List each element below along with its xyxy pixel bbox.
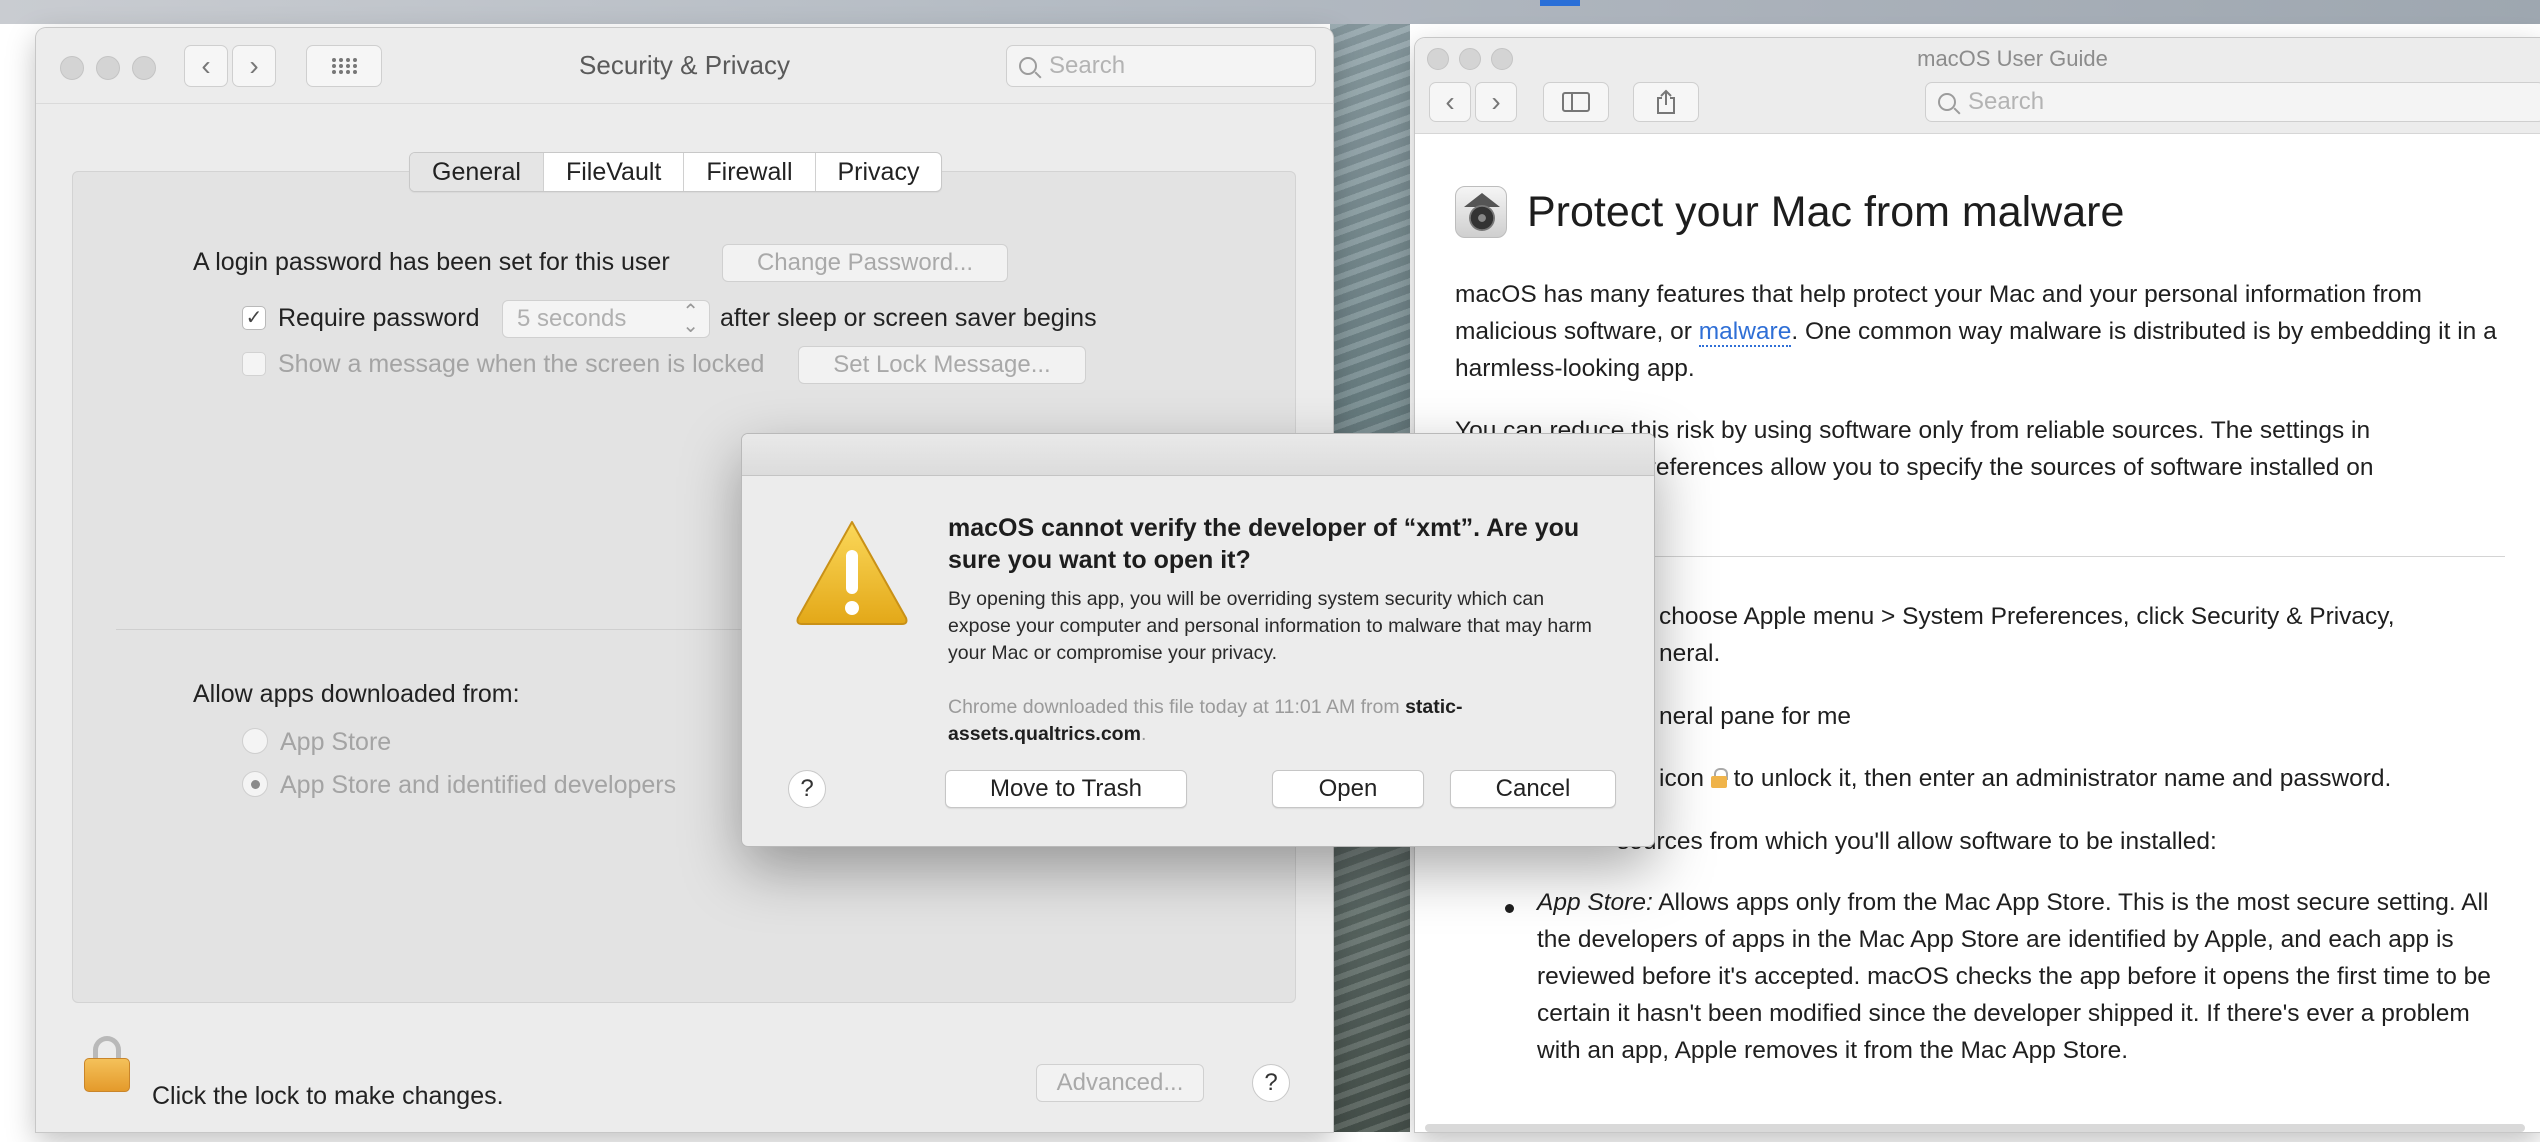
tab-bar: General FileVault Firewall Privacy — [409, 152, 943, 192]
share-icon — [1657, 89, 1675, 114]
chevron-left-icon: ‹ — [1445, 86, 1455, 117]
tab-filevault[interactable]: FileVault — [544, 153, 685, 191]
help-button[interactable]: ? — [1252, 1064, 1290, 1102]
app-store-description: Allows apps only from the Mac App Store.… — [1537, 889, 2491, 1064]
radio-app-store-label: App Store — [280, 728, 392, 756]
desktop-accent-stripe — [1540, 0, 1580, 6]
require-password-label: Require password — [278, 304, 480, 332]
alert-download-source: Chrome downloaded this file today at 11:… — [948, 694, 1608, 748]
advanced-button[interactable]: Advanced... — [1036, 1064, 1204, 1102]
search-placeholder: Search — [1968, 88, 2045, 115]
article-title: Protect your Mac from malware — [1527, 187, 2125, 236]
alert-source-suffix: . — [1140, 723, 1147, 745]
step1-line1: choose Apple menu > System Preferences, … — [1659, 603, 2395, 630]
cancel-button[interactable]: Cancel — [1450, 770, 1616, 808]
step2-prefix: icon — [1659, 765, 1704, 792]
allow-apps-label: Allow apps downloaded from: — [193, 680, 520, 708]
malware-link[interactable]: malware — [1698, 318, 1792, 347]
app-store-term: App Store: — [1537, 889, 1653, 916]
intro-paragraph: macOS has many features that help protec… — [1455, 276, 2505, 387]
alert-source-prefix: Chrome downloaded this file today at 11:… — [948, 696, 1406, 718]
search-placeholder: Search — [1049, 52, 1126, 79]
alert-titlebar — [742, 434, 1654, 476]
alert-help-button[interactable]: ? — [788, 770, 826, 808]
radio-app-store-identified[interactable] — [242, 771, 268, 797]
step2-suffix: to unlock it, then enter an administrato… — [1733, 765, 2392, 792]
warning-icon — [796, 521, 908, 625]
sidebar-icon — [1562, 92, 1590, 112]
change-password-button[interactable]: Change Password... — [722, 244, 1008, 282]
user-guide-titlebar: macOS User Guide ‹ › Search — [1415, 38, 2540, 134]
after-sleep-text: after sleep or screen saver begins — [720, 304, 1097, 332]
set-lock-message-button[interactable]: Set Lock Message... — [798, 346, 1086, 384]
tab-privacy[interactable]: Privacy — [816, 153, 942, 191]
article-heading: Protect your Mac from malware — [1455, 186, 2124, 238]
bullet-icon — [1505, 904, 1514, 913]
share-button[interactable] — [1633, 82, 1699, 122]
radio-app-store[interactable] — [242, 728, 268, 754]
search-icon — [1019, 57, 1037, 75]
chevron-right-icon: › — [1491, 86, 1501, 117]
require-password-delay-popup[interactable]: 5 seconds ⌃ ⌄ — [502, 300, 710, 338]
lock-icon — [1710, 768, 1728, 788]
unverified-developer-alert: macOS cannot verify the developer of “xm… — [742, 434, 1654, 846]
lock-icon[interactable] — [84, 1036, 130, 1092]
open-general-pane-link[interactable]: neral pane for me — [1659, 698, 1851, 735]
login-password-text: A login password has been set for this u… — [193, 248, 670, 276]
alert-message: By opening this app, you will be overrid… — [948, 588, 1592, 664]
show-message-checkbox[interactable] — [242, 352, 266, 376]
tab-general[interactable]: General — [410, 153, 544, 191]
security-titlebar: ‹ › Security & Privacy Search — [36, 28, 1333, 104]
security-house-icon — [1455, 186, 1507, 238]
forward-button[interactable]: › — [1475, 82, 1517, 122]
step1-line2: neral. — [1659, 640, 1721, 667]
sidebar-toggle-button[interactable] — [1543, 82, 1609, 122]
require-password-delay-value: 5 seconds — [517, 305, 627, 332]
open-button[interactable]: Open — [1272, 770, 1424, 808]
step2-line: icon to unlock it, then enter an adminis… — [1659, 760, 2391, 797]
back-button[interactable]: ‹ — [1429, 82, 1471, 122]
move-to-trash-button[interactable]: Move to Trash — [945, 770, 1187, 808]
user-guide-search-input[interactable]: Search — [1925, 82, 2540, 122]
horizontal-scrollbar[interactable] — [1425, 1124, 2525, 1132]
tab-firewall[interactable]: Firewall — [684, 153, 816, 191]
step3-line: sources from which you'll allow software… — [1617, 828, 2217, 855]
require-password-checkbox[interactable]: ✓ — [242, 306, 266, 330]
desktop-top-strip — [0, 0, 2540, 24]
user-guide-title: macOS User Guide — [1917, 46, 2108, 71]
lock-text: Click the lock to make changes. — [152, 1082, 504, 1110]
chevron-updown-icon: ⌃ ⌄ — [682, 301, 699, 337]
alert-title: macOS cannot verify the developer of “xm… — [948, 514, 1580, 574]
show-message-label: Show a message when the screen is locked — [278, 350, 765, 378]
sources-paragraph-line2: y preferences allow you to specify the s… — [1615, 454, 2374, 481]
app-store-bullet: App Store: Allows apps only from the Mac… — [1537, 884, 2517, 1069]
radio-app-store-identified-label: App Store and identified developers — [280, 771, 677, 799]
search-input[interactable]: Search — [1006, 45, 1316, 87]
search-icon — [1938, 93, 1956, 111]
